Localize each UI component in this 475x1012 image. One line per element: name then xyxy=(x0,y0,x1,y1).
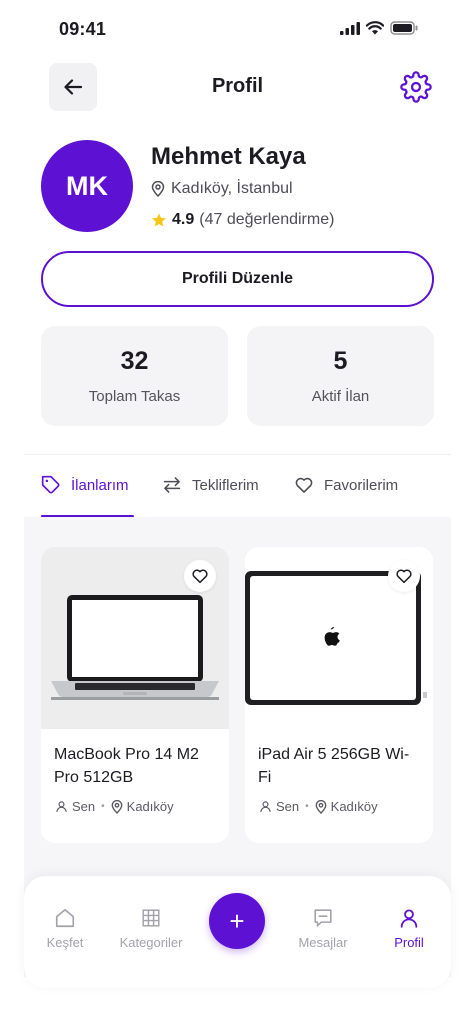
nav-item-explore[interactable]: Keşfet xyxy=(25,907,105,950)
status-time: 09:41 xyxy=(59,19,107,39)
user-icon xyxy=(400,909,418,928)
settings-button[interactable] xyxy=(399,70,433,104)
listing-owner: Sen xyxy=(72,799,96,814)
favorite-button[interactable] xyxy=(388,560,420,592)
nav-item-messages[interactable]: Mesajlar xyxy=(283,907,363,950)
stat-value: 32 xyxy=(120,347,149,375)
profile-tabs: İlanlarım Tekliflerim Favorilerim xyxy=(24,454,451,518)
bottom-nav: Keşfet Kategoriler + Mesajlar Profil xyxy=(24,876,451,988)
tag-icon xyxy=(41,475,60,494)
avatar[interactable]: MK xyxy=(41,140,133,232)
status-bar: 09:41 xyxy=(0,0,475,58)
listing-card[interactable]: iPad Air 5 256GB Wi-Fi Sen • Kadıköy xyxy=(245,547,433,843)
tab-listings[interactable]: İlanlarım xyxy=(41,469,129,501)
home-icon xyxy=(55,908,75,928)
battery-icon xyxy=(390,21,418,35)
location-pin-icon xyxy=(111,799,123,814)
separator-dot: • xyxy=(305,801,309,812)
profile-name: Mehmet Kaya xyxy=(151,143,306,170)
location-text: Kadıköy, İstanbul xyxy=(171,180,293,197)
listing-location: Kadıköy xyxy=(126,799,174,814)
user-icon xyxy=(260,801,271,813)
rating-value: 4.9 xyxy=(172,211,195,228)
tab-favorites[interactable]: Favorilerim xyxy=(294,469,398,501)
heart-icon xyxy=(396,569,412,584)
edit-profile-button[interactable]: Profili Düzenle xyxy=(41,251,434,307)
wifi-icon xyxy=(366,21,384,35)
star-icon xyxy=(152,213,166,227)
gear-icon xyxy=(400,71,432,103)
heart-icon xyxy=(192,569,208,584)
tab-label: Tekliflerim xyxy=(192,476,259,494)
profile-section: MK Mehmet Kaya Kadıköy, İstanbul 4.9 (47… xyxy=(41,140,434,232)
nav-label: Mesajlar xyxy=(298,935,348,950)
location-pin-icon xyxy=(315,799,327,814)
listing-location: Kadıköy xyxy=(330,799,378,814)
heart-icon xyxy=(295,477,313,493)
tab-offers[interactable]: Tekliflerim xyxy=(162,469,259,501)
nav-item-profile[interactable]: Profil xyxy=(369,907,449,950)
stat-label: Aktif İlan xyxy=(311,388,370,405)
listing-image xyxy=(245,547,433,729)
signal-icon xyxy=(340,21,360,35)
listing-image xyxy=(41,547,229,729)
grid-icon xyxy=(142,909,160,927)
separator-dot: • xyxy=(101,801,105,812)
add-listing-button[interactable]: + xyxy=(209,893,265,949)
nav-item-categories[interactable]: Kategoriler xyxy=(111,907,191,950)
message-icon xyxy=(314,909,332,927)
listing-title: MacBook Pro 14 M2 Pro 512GB xyxy=(54,746,199,786)
listing-meta: Sen • Kadıköy xyxy=(259,799,378,814)
nav-label: Keşfet xyxy=(46,935,84,950)
rating-count: (47 değerlendirme) xyxy=(199,211,335,228)
header: Profil xyxy=(0,62,475,112)
nav-label: Kategoriler xyxy=(119,935,183,950)
favorite-button[interactable] xyxy=(184,560,216,592)
user-icon xyxy=(56,801,67,813)
stat-value: 5 xyxy=(333,347,348,375)
nav-label: Profil xyxy=(394,935,424,950)
tab-label: Favorilerim xyxy=(324,476,399,494)
location-pin-icon xyxy=(151,181,165,197)
profile-rating: 4.9 (47 değerlendirme) xyxy=(151,211,334,229)
profile-location: Kadıköy, İstanbul xyxy=(151,180,293,198)
listing-owner: Sen xyxy=(276,799,300,814)
listing-title: iPad Air 5 256GB Wi-Fi xyxy=(258,746,410,786)
swap-icon xyxy=(163,477,181,493)
stat-card-active-listings: 5 Aktif İlan xyxy=(247,326,434,426)
listing-meta: Sen • Kadıköy xyxy=(55,799,174,814)
stats-row: 32 Toplam Takas 5 Aktif İlan xyxy=(41,326,434,426)
stat-label: Toplam Takas xyxy=(88,388,181,405)
stat-card-total-trades: 32 Toplam Takas xyxy=(41,326,228,426)
status-icons xyxy=(340,21,418,35)
listing-card[interactable]: MacBook Pro 14 M2 Pro 512GB Sen • Kadıkö… xyxy=(41,547,229,843)
tab-label: İlanlarım xyxy=(71,476,129,494)
